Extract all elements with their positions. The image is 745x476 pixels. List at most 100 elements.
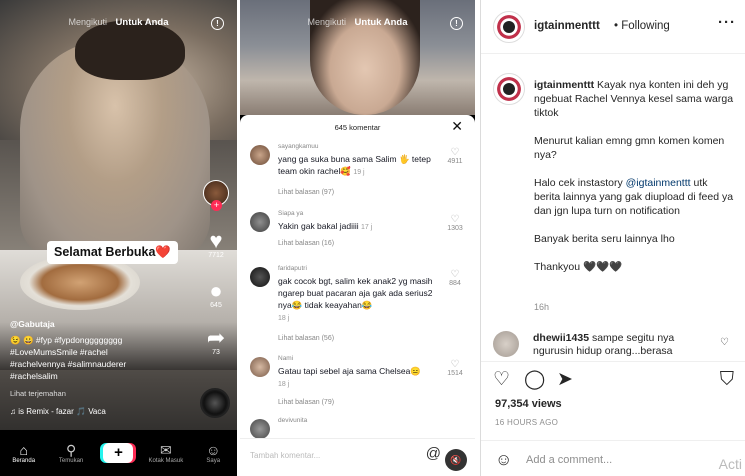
share-block[interactable]: ➦ 73 (203, 327, 229, 357)
avatar[interactable] (250, 419, 270, 439)
comment-count: 645 (210, 302, 222, 309)
heart-icon[interactable]: ♡ (444, 269, 466, 280)
share-count: 73 (212, 349, 220, 356)
nav-home[interactable]: ⌂ Beranda (4, 442, 44, 464)
tab-for-you[interactable]: Untuk Anda (355, 17, 408, 28)
music-label[interactable]: ♫ is Remix - fazar 🎵 Vaca (10, 406, 175, 418)
tab-following[interactable]: Mengikuti (69, 17, 108, 27)
translate-link[interactable]: Lihat terjemahan (10, 388, 175, 400)
comment-like[interactable]: ♡ 1514 (444, 359, 466, 377)
info-icon[interactable]: ! (450, 17, 463, 30)
comment-item: faridaputri gak cocok bgt, salim kek ana… (250, 265, 470, 345)
caption-time: 16h (534, 302, 550, 312)
heart-icon[interactable]: ♡ (444, 359, 466, 370)
like-block[interactable]: ♥ 7712 (203, 230, 229, 260)
add-comment-bar: ☺ Add a comment... Acti (481, 440, 745, 476)
search-icon: ⚲ (65, 442, 77, 458)
comment-icon[interactable]: ● (203, 280, 229, 302)
music-disc-icon[interactable] (200, 388, 230, 418)
feed-tabs: Mengikuti Untuk Anda (0, 17, 237, 28)
share-icon[interactable]: ➦ (203, 327, 229, 349)
avatar[interactable] (250, 212, 270, 232)
caption-username[interactable]: igtainmenttt (534, 79, 594, 91)
action-bar: ♡ ◯ ➤ ⛉ (481, 361, 745, 399)
caption-paragraph: Thankyou 🖤🖤🖤 (534, 261, 623, 273)
caption-line: #rachelvennya #salimnauderer (10, 359, 127, 369)
heart-icon[interactable]: ♥ (203, 230, 229, 252)
view-replies[interactable]: Lihat balasan (56) (278, 335, 334, 342)
inbox-icon: ✉ (159, 442, 172, 458)
comment-text: Gatau tapi sebel aja sama Chelsea😑 18 j (278, 366, 421, 388)
following-status[interactable]: • Following (614, 20, 670, 32)
nav-profile[interactable]: ☺ Saya (193, 442, 233, 464)
view-replies[interactable]: Lihat balasan (79) (278, 399, 334, 406)
nav-create[interactable]: + (98, 443, 138, 463)
caption-paragraph: Banyak berita seru lainnya lho (534, 233, 675, 245)
avatar[interactable] (250, 145, 270, 165)
bookmark-icon[interactable]: ⛉ (720, 370, 734, 390)
creator-avatar-block[interactable]: + (203, 180, 229, 211)
post-time: 16 HOURS AGO (495, 418, 559, 427)
heart-icon[interactable]: ♡ (493, 370, 510, 390)
emoji-icon[interactable]: ☺ (495, 450, 512, 470)
create-plus-button[interactable]: + (103, 443, 134, 463)
add-comment-input[interactable]: Add a comment... (526, 454, 612, 466)
tab-for-you[interactable]: Untuk Anda (116, 17, 169, 28)
comment-user[interactable]: devivunita (278, 417, 307, 424)
caption-paragraph: Halo cek instastory @igtainmenttt utk be… (534, 177, 734, 217)
video-username[interactable]: @Gabutaja (10, 318, 175, 330)
profile-icon: ☺ (206, 442, 221, 458)
comment-like[interactable]: ♡ 884 (444, 269, 466, 287)
comment-item: dhewii1435 sampe segitu nya ngurusin hid… (493, 331, 733, 359)
share-icon[interactable]: ➤ (557, 370, 573, 390)
creator-avatar[interactable]: + (203, 180, 229, 211)
comment-block[interactable]: ● 645 (203, 280, 229, 310)
more-options-icon[interactable]: ··· (718, 14, 736, 31)
comment-user[interactable]: sayangkamuu (278, 143, 318, 150)
mute-icon[interactable]: 🔇 (445, 449, 467, 471)
comment-user[interactable]: Siapa ya (278, 210, 303, 217)
comment-text: yang ga suka buna sama Salim 🖐 tetep tea… (278, 154, 431, 176)
video-overlay-caption: Selamat Berbuka❤️ (47, 241, 178, 264)
avatar[interactable] (493, 331, 519, 357)
comment-like[interactable]: ♡ 1303 (444, 214, 466, 232)
comment-text: gak cocok bgt, salim kek anak2 yg masih … (278, 276, 433, 322)
avatar[interactable] (250, 357, 270, 377)
heart-icon[interactable]: ♡ (720, 337, 729, 348)
follow-plus-icon[interactable]: + (211, 200, 222, 211)
nav-inbox[interactable]: ✉ Kotak Masuk (146, 442, 186, 464)
post-username[interactable]: igtainmenttt (534, 20, 600, 32)
caption-line: 😉 😀 #fyp #fypdongggggggg (10, 335, 123, 345)
view-count[interactable]: 97,354 views (495, 398, 562, 410)
tab-following[interactable]: Mengikuti (308, 17, 347, 27)
avatar[interactable] (250, 267, 270, 287)
caption-line: #LoveMumsSmile #rachel (10, 347, 108, 357)
mention-icon[interactable]: @ (426, 445, 441, 462)
comment-like[interactable]: ♡ 4911 (444, 147, 466, 165)
comment-input-bar: Tambah komentar... @ 🔇 (240, 438, 475, 476)
avatar[interactable] (493, 73, 525, 105)
comment-icon[interactable]: ◯ (524, 370, 545, 390)
comment-user[interactable]: Nami (278, 355, 293, 362)
tiktok-comments-panel: Mengikuti Untuk Anda ! 645 komentar ✕ sa… (240, 0, 475, 476)
home-icon: ⌂ (19, 442, 28, 458)
view-replies[interactable]: Lihat balasan (97) (278, 189, 334, 196)
heart-icon[interactable]: ♡ (444, 147, 466, 158)
info-icon[interactable]: ! (211, 17, 224, 30)
instagram-post-panel: igtainmenttt • Following ··· igtainmentt… (480, 0, 745, 476)
view-replies[interactable]: Lihat balasan (16) (278, 240, 334, 247)
comment-item: devivunita (250, 417, 470, 439)
nav-discover[interactable]: ⚲ Temukan (51, 442, 91, 464)
mention-link[interactable]: @igtainmenttt (626, 177, 691, 189)
caption-line: #rachelsalim (10, 371, 58, 381)
close-icon[interactable]: ✕ (451, 118, 463, 135)
tiktok-video-panel: Mengikuti Untuk Anda ! Selamat Berbuka❤️… (0, 0, 237, 476)
comment-user[interactable]: faridaputri (278, 265, 307, 272)
caption-paragraph: Menurut kalian emng gmn komen komen nya? (534, 135, 725, 161)
comment-text: Yakin gak bakal jadiiii 17 j (278, 221, 373, 231)
heart-icon[interactable]: ♡ (444, 214, 466, 225)
comment-input[interactable]: Tambah komentar... (250, 451, 320, 460)
avatar[interactable] (493, 11, 525, 43)
comment-user[interactable]: dhewii1435 (533, 332, 589, 344)
comments-title: 645 komentar (334, 123, 381, 132)
